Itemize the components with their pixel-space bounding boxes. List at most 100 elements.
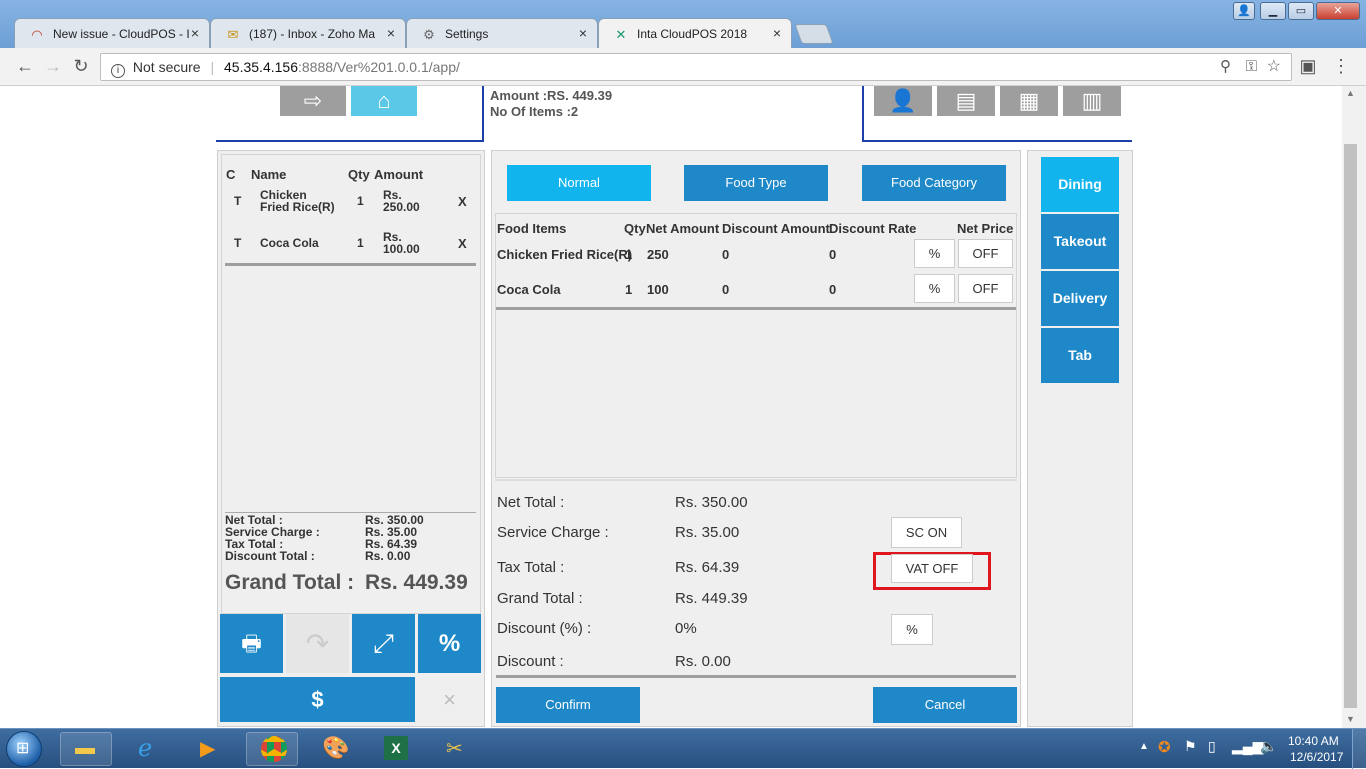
tab-food-category[interactable]: Food Category xyxy=(862,165,1006,201)
scrollbar-thumb[interactable] xyxy=(1344,144,1357,708)
chrome-taskbar-button[interactable] xyxy=(246,732,298,766)
url-input[interactable]: i Not secure | 45.35.4.156:8888/Ver%201.… xyxy=(100,53,1292,81)
new-tab-button[interactable] xyxy=(794,24,834,44)
item-name: Chicken Fried Rice(R) xyxy=(497,247,633,262)
zoom-icon[interactable]: ⚲ xyxy=(1220,54,1231,80)
cancel-button[interactable]: Cancel xyxy=(873,687,1017,723)
ie-taskbar-button[interactable]: ℯ xyxy=(124,732,176,766)
print-button[interactable]: 🖶 xyxy=(220,614,283,673)
item-percent-button[interactable]: % xyxy=(914,239,955,268)
archive-button[interactable]: ▥ xyxy=(1063,86,1121,116)
confirm-button[interactable]: Confirm xyxy=(496,687,640,723)
paint-taskbar-button[interactable]: 🎨 xyxy=(308,732,360,766)
delivery-button[interactable]: Delivery xyxy=(1041,271,1119,326)
volume-icon[interactable]: 🔈 xyxy=(1260,738,1277,755)
back-icon[interactable]: ← xyxy=(14,56,36,77)
extension-icon[interactable]: ▣ xyxy=(1297,56,1319,77)
browser-tab[interactable]: ⚙ Settings × xyxy=(406,18,598,48)
show-desktop-button[interactable] xyxy=(1352,729,1366,769)
scroll-up-icon[interactable]: ▲ xyxy=(1346,88,1355,98)
summary-service-charge-value: Rs. 35.00 xyxy=(675,524,740,541)
media-taskbar-button[interactable]: ▶ xyxy=(184,732,236,766)
order-panel: C Name Qty Amount T Chicken Fried Rice(R… xyxy=(217,150,485,727)
forward-icon[interactable]: → xyxy=(42,56,64,77)
device-icon[interactable]: ▯ xyxy=(1208,738,1216,755)
home-button[interactable]: ⌂ xyxy=(351,86,417,116)
item-percent-button[interactable]: % xyxy=(914,274,955,303)
column-header-qty: Qty xyxy=(624,221,646,236)
tab-button[interactable]: Tab xyxy=(1041,328,1119,383)
service-charge-toggle[interactable]: SC ON xyxy=(891,517,962,548)
cloudpos-icon: ◠ xyxy=(31,27,43,42)
grand-total-value: Rs. 449.39 xyxy=(365,571,468,594)
menu-icon[interactable]: ⋮ xyxy=(1330,56,1352,77)
header-items-count: No Of Items :2 xyxy=(490,104,579,119)
item-off-button[interactable]: OFF xyxy=(958,274,1013,303)
fullscreen-button[interactable]: ⤢ xyxy=(352,614,415,673)
clock-date[interactable]: 12/6/2017 xyxy=(1290,750,1343,764)
close-tab-icon[interactable]: × xyxy=(579,25,587,41)
url-host: 45.35.4.156 xyxy=(224,59,298,75)
item-discount-rate: 0 xyxy=(829,247,837,262)
windows-icon: ⊞ xyxy=(16,740,30,757)
calendar-button[interactable]: ▦ xyxy=(1000,86,1058,116)
page-scrollbar[interactable]: ▲ ▼ xyxy=(1342,86,1366,728)
close-tab-icon[interactable]: × xyxy=(191,25,199,41)
key-icon[interactable]: ⚿ xyxy=(1246,54,1257,80)
excel-taskbar-button[interactable]: X xyxy=(370,732,422,766)
action-center-icon[interactable]: ⚑ xyxy=(1184,738,1197,755)
tab-title: New issue - CloudPOS - I xyxy=(53,27,190,41)
item-name: Coca Cola xyxy=(497,282,561,297)
person-icon: 👤 xyxy=(889,88,917,113)
security-status: Not secure xyxy=(132,59,201,75)
takeout-button[interactable]: Takeout xyxy=(1041,214,1119,269)
network-icon[interactable]: ▂▄▆ xyxy=(1232,738,1263,755)
user-icon[interactable]: 👤 xyxy=(1233,2,1255,20)
mail-icon: ✉ xyxy=(227,27,239,42)
percent-button[interactable]: % xyxy=(418,614,481,673)
discount-percent-button[interactable]: % xyxy=(891,614,933,645)
customer-button[interactable]: 👤 xyxy=(874,86,932,116)
avast-icon[interactable]: ✪ xyxy=(1158,738,1171,756)
minimize-button[interactable]: ▁ xyxy=(1260,2,1286,20)
maximize-button[interactable]: ▭ xyxy=(1288,2,1314,20)
close-tab-icon[interactable]: × xyxy=(387,25,395,41)
column-header-net-amount: Net Amount xyxy=(646,221,720,236)
browser-tab[interactable]: ✉ (187) - Inbox - Zoho Ma × xyxy=(210,18,406,48)
browser-tab[interactable]: ◠ New issue - CloudPOS - I × xyxy=(14,18,210,48)
dining-button[interactable]: Dining xyxy=(1041,157,1119,212)
clock-time[interactable]: 10:40 AM xyxy=(1288,734,1339,748)
redo-button[interactable]: ↷ xyxy=(286,614,349,673)
notes-button[interactable]: ▤ xyxy=(937,86,995,116)
inta-icon: ✕ xyxy=(615,27,627,42)
excel-icon: X xyxy=(384,736,408,760)
browser-tab-active[interactable]: ✕ Inta CloudPOS 2018 × xyxy=(598,18,792,49)
tab-normal[interactable]: Normal xyxy=(507,165,651,201)
explorer-taskbar-button[interactable]: ▬ xyxy=(60,732,112,766)
close-tab-icon[interactable]: × xyxy=(773,25,781,41)
tab-food-type[interactable]: Food Type xyxy=(684,165,828,201)
column-header-c: C xyxy=(226,167,236,182)
logout-button[interactable]: ⇨ xyxy=(280,86,346,116)
start-button[interactable]: ⊞ xyxy=(6,731,42,767)
reload-icon[interactable]: ↻ xyxy=(70,56,92,77)
summary-discount-label: Discount : xyxy=(497,653,564,670)
discount-total-value: Rs. 0.00 xyxy=(365,549,411,563)
divider xyxy=(495,479,1017,481)
tray-expand-icon[interactable]: ▲ xyxy=(1139,741,1149,752)
media-player-icon: ▶ xyxy=(200,738,216,760)
remove-item-button[interactable]: X xyxy=(458,236,467,251)
scroll-down-icon[interactable]: ▼ xyxy=(1346,714,1355,724)
clear-button[interactable]: × xyxy=(418,677,481,722)
bookmark-star-icon[interactable]: ☆ xyxy=(1267,54,1281,80)
tools-taskbar-button[interactable]: ✂ xyxy=(432,732,484,766)
printer-icon: 🖶 xyxy=(241,631,262,656)
url-path: :8888/Ver%201.0.0.1/app/ xyxy=(297,59,460,75)
item-off-button[interactable]: OFF xyxy=(958,239,1013,268)
remove-item-button[interactable]: X xyxy=(458,194,467,209)
header-left-frame xyxy=(216,86,484,142)
info-icon[interactable]: i xyxy=(111,64,125,78)
vat-toggle[interactable]: VAT OFF xyxy=(891,554,973,583)
payment-button[interactable]: $ xyxy=(220,677,415,722)
close-window-button[interactable]: ✕ xyxy=(1316,2,1360,20)
